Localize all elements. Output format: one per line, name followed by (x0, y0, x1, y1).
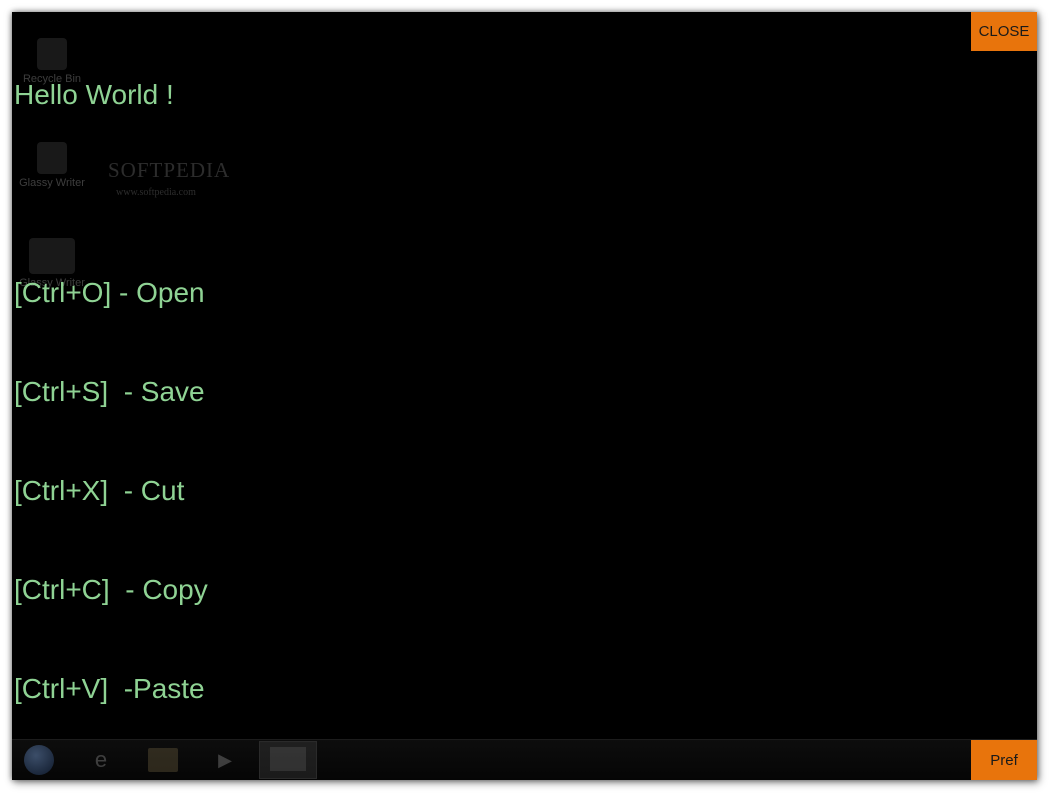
pref-button[interactable]: Pref (971, 740, 1037, 780)
editor-line: [Ctrl+V] -Paste (14, 673, 205, 704)
internet-explorer-icon: e (94, 747, 108, 772)
taskbar: e ▶ (12, 739, 1037, 780)
file-explorer-icon (148, 748, 178, 772)
glassy-writer-window: Recycle Bin Glassy Writer Glassy Writer … (12, 12, 1037, 780)
editor-line: [Ctrl+X] - Cut (14, 475, 185, 506)
editor-text-area[interactable]: Hello World ! [Ctrl+O] - Open [Ctrl+S] -… (14, 12, 957, 771)
taskbar-internet-explorer[interactable]: e (84, 743, 118, 777)
glassy-writer-taskbar-icon (270, 747, 306, 771)
editor-line: [Ctrl+O] - Open (14, 277, 205, 308)
editor-line: [Ctrl+S] - Save (14, 376, 205, 407)
editor-line: Hello World ! (14, 79, 174, 110)
media-player-icon: ▶ (218, 749, 232, 770)
taskbar-start[interactable] (22, 743, 56, 777)
taskbar-glassy-writer[interactable] (259, 741, 317, 779)
taskbar-media-player[interactable]: ▶ (208, 743, 242, 777)
editor-line: [Ctrl+C] - Copy (14, 574, 208, 605)
start-orb-icon (24, 745, 54, 775)
taskbar-file-explorer[interactable] (146, 743, 180, 777)
close-button[interactable]: CLOSE (971, 12, 1037, 51)
